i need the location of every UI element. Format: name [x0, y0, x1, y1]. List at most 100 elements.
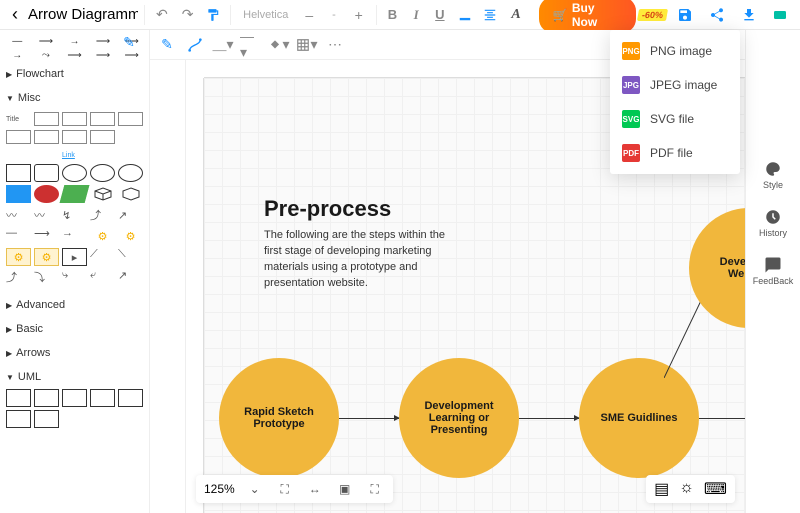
category-flowchart[interactable]: ▶Flowchart	[4, 62, 145, 86]
line-style-icon[interactable]: — ▾	[240, 34, 262, 56]
category-advanced[interactable]: ▶Advanced	[4, 293, 145, 317]
keyboard-icon[interactable]: ⌨	[704, 479, 727, 499]
pdf-icon: PDF	[622, 144, 640, 162]
fit-selection-icon[interactable]: ▣	[335, 479, 355, 499]
misc-table-shapes[interactable]	[4, 128, 145, 146]
export-label: PDF file	[650, 146, 693, 160]
misc-title-shapes[interactable]: Title	[4, 110, 145, 128]
export-label: JPEG image	[650, 78, 717, 92]
misc-link-shapes[interactable]: Link	[4, 146, 145, 164]
view-controls: ▤ ☼ ⌨	[646, 475, 735, 503]
present-icon[interactable]	[768, 3, 792, 27]
discount-badge: -60%	[637, 9, 668, 21]
export-pdf[interactable]: PDF PDF file	[610, 136, 740, 170]
connector-arrow[interactable]	[519, 418, 579, 419]
export-jpeg[interactable]: JPG JPEG image	[610, 68, 740, 102]
feedback-panel-button[interactable]: FeedBack	[753, 256, 794, 286]
font-family-select[interactable]: Helvetica	[237, 9, 294, 21]
document-title-input[interactable]	[28, 6, 138, 23]
connector-tool-icon[interactable]	[184, 34, 206, 56]
category-label: Misc	[18, 92, 41, 104]
history-panel-button[interactable]: History	[759, 208, 787, 238]
ruler-vertical	[186, 60, 204, 513]
zoom-controls: 125% ⌄ ⛶ ↔ ▣ ⛶	[196, 475, 393, 503]
buy-now-label: Buy Now	[572, 1, 622, 29]
node-development-learning[interactable]: Development Learning or Presenting	[399, 358, 519, 478]
export-svg[interactable]: SVG SVG file	[610, 102, 740, 136]
redo-icon[interactable]: ↷	[177, 4, 199, 26]
text-color-icon[interactable]	[454, 4, 476, 26]
align-icon[interactable]	[479, 4, 501, 26]
table-icon[interactable]: ▾	[296, 34, 318, 56]
category-basic[interactable]: ▶Basic	[4, 317, 145, 341]
back-button[interactable]: ‹	[6, 4, 24, 25]
export-label: SVG file	[650, 112, 694, 126]
link-label: Link	[62, 148, 87, 162]
connector-arrow[interactable]	[699, 418, 745, 419]
zoom-level[interactable]: 125%	[204, 482, 235, 496]
png-icon: PNG	[622, 42, 640, 60]
node-rapid-sketch[interactable]: Rapid Sketch Prototype	[219, 358, 339, 478]
category-label: Arrows	[16, 347, 50, 359]
uml-shapes-grid[interactable]	[4, 389, 145, 434]
export-dropdown: PNG PNG image JPG JPEG image SVG SVG fil…	[610, 30, 740, 174]
chevron-down-icon[interactable]: ⌄	[245, 479, 265, 499]
underline-button[interactable]: U	[430, 5, 450, 25]
separator	[230, 5, 231, 25]
share-icon[interactable]	[705, 3, 729, 27]
undo-icon[interactable]: ↶	[151, 4, 173, 26]
font-plus-icon[interactable]: +	[348, 4, 370, 26]
right-sidebar: Style History FeedBack	[745, 30, 800, 513]
edit-tool-icon[interactable]: ✎	[156, 34, 178, 56]
brightness-icon[interactable]: ☼	[679, 479, 694, 499]
export-icon[interactable]	[737, 3, 761, 27]
italic-button[interactable]: I	[406, 5, 426, 25]
paint-format-icon[interactable]	[202, 4, 224, 26]
node-label: Rapid Sketch Prototype	[227, 406, 331, 430]
category-misc[interactable]: ▼Misc	[4, 86, 145, 110]
fit-width-icon[interactable]: ↔	[305, 479, 325, 499]
export-label: PNG image	[650, 44, 712, 58]
outline-icon[interactable]: ▤	[654, 479, 669, 499]
diagram-description[interactable]: The following are the steps within the f…	[264, 228, 464, 292]
font-size-display[interactable]: -	[324, 9, 344, 21]
separator	[376, 5, 377, 25]
pencil-icon[interactable]: ✎	[118, 31, 140, 53]
more-icon[interactable]: ⋯	[324, 34, 346, 56]
category-label: UML	[18, 371, 41, 383]
misc-shapes-grid[interactable]: 〰 〰 ↯ ⤴ ↗ —⟶→ ⚙⚙ ⚙ ⚙ ▸ ⟋⟍ ⤴⤵⤷⤶↗	[4, 164, 145, 293]
svg-icon: SVG	[622, 110, 640, 128]
title-label: Title	[6, 112, 31, 126]
category-label: Flowchart	[16, 68, 64, 80]
style-panel-button[interactable]: Style	[763, 160, 783, 190]
node-label: SME Guidlines	[600, 412, 677, 424]
node-label: Development Learning or Presenting	[407, 400, 511, 436]
top-toolbar: ‹ ↶ ↷ Helvetica – - + B I U A 🛒 Buy Now …	[0, 0, 800, 30]
save-icon[interactable]	[673, 3, 697, 27]
connector-arrow[interactable]	[339, 418, 399, 419]
export-png[interactable]: PNG PNG image	[610, 34, 740, 68]
history-label: History	[759, 228, 787, 238]
font-style-icon[interactable]: A	[505, 4, 527, 26]
jpeg-icon: JPG	[622, 76, 640, 94]
buy-now-button[interactable]: 🛒 Buy Now	[539, 0, 636, 33]
shapes-panel: —⟶→⟶⟶ →⤳⟶⟶⟶ ▶Flowchart ▼Misc Title Link …	[0, 30, 150, 513]
node-label: Developme Website	[720, 256, 745, 280]
fullscreen-icon[interactable]: ⛶	[365, 479, 385, 499]
font-minus-icon[interactable]: –	[298, 4, 320, 26]
category-label: Basic	[16, 323, 43, 335]
ruler-corner	[186, 60, 204, 78]
fit-page-icon[interactable]: ⛶	[275, 479, 295, 499]
category-uml[interactable]: ▼UML	[4, 365, 145, 389]
cart-icon: 🛒	[553, 8, 568, 22]
waypoint-icon[interactable]: ⸏▾	[212, 34, 234, 56]
drawing-tools-strip: ✎	[150, 30, 186, 513]
diagram-title[interactable]: Pre-process	[264, 196, 391, 222]
category-label: Advanced	[16, 299, 65, 311]
category-arrows[interactable]: ▶Arrows	[4, 341, 145, 365]
separator	[144, 5, 145, 25]
fill-color-icon[interactable]: ▾	[268, 34, 290, 56]
bold-button[interactable]: B	[383, 5, 403, 25]
feedback-label: FeedBack	[753, 276, 794, 286]
style-label: Style	[763, 180, 783, 190]
